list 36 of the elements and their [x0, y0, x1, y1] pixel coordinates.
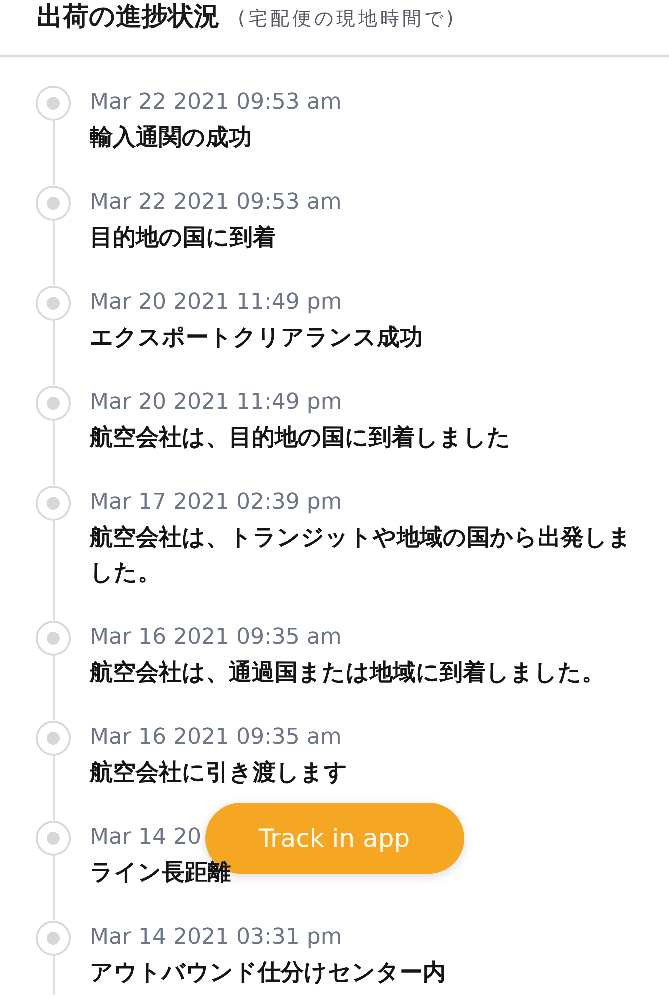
timeline-connector — [52, 121, 54, 185]
timeline-connector — [52, 856, 54, 920]
timeline-connector — [52, 421, 54, 485]
timeline-dot-icon — [36, 921, 71, 956]
timeline-connector — [52, 321, 54, 385]
event-date: Mar 14 20 — [90, 825, 202, 850]
event-date: Mar 14 2021 03:31 pm — [90, 925, 342, 950]
event-description: 目的地の国に到着 — [90, 224, 276, 253]
timeline-dot-icon — [36, 721, 71, 756]
event-date: Mar 16 2021 09:35 am — [90, 725, 342, 750]
event-description: 航空会社は、トランジットや地域の国から出発しました。 — [90, 524, 633, 588]
timeline-dot-icon — [36, 186, 71, 221]
event-description: 航空会社は、目的地の国に到着しました — [90, 424, 511, 453]
section-subtitle: (宅配便の現地時間で) — [238, 7, 457, 32]
event-description: アウトバウンド仕分けセンター内 — [90, 959, 446, 988]
timeline-dot-icon — [36, 821, 71, 856]
event-date: Mar 20 2021 11:49 pm — [90, 390, 342, 415]
event-description: 航空会社に引き渡します — [90, 759, 348, 788]
timeline-dot-icon — [36, 286, 71, 321]
event-description: 航空会社は、通過国または地域に到着しました。 — [90, 658, 605, 688]
section-title: 出荷の進捗状況 — [37, 1, 220, 34]
event-date: Mar 22 2021 09:53 am — [90, 90, 342, 115]
event-date: Mar 16 2021 09:35 am — [90, 625, 342, 650]
timeline-connector — [52, 756, 54, 820]
event-date: Mar 22 2021 09:53 am — [90, 190, 342, 215]
event-date: Mar 17 2021 02:39 pm — [90, 490, 342, 515]
event-description: 輸入通関の成功 — [90, 124, 252, 153]
timeline-connector — [52, 656, 54, 720]
timeline-connector — [52, 221, 54, 285]
timeline-dot-icon — [36, 486, 71, 521]
timeline-dot-icon — [36, 386, 71, 421]
timeline-dot-icon — [36, 86, 71, 121]
event-description: エクスポートクリアランス成功 — [90, 324, 423, 353]
timeline-connector — [52, 956, 54, 995]
timeline-dot-icon — [36, 621, 71, 656]
event-date: Mar 20 2021 11:49 pm — [90, 290, 342, 315]
